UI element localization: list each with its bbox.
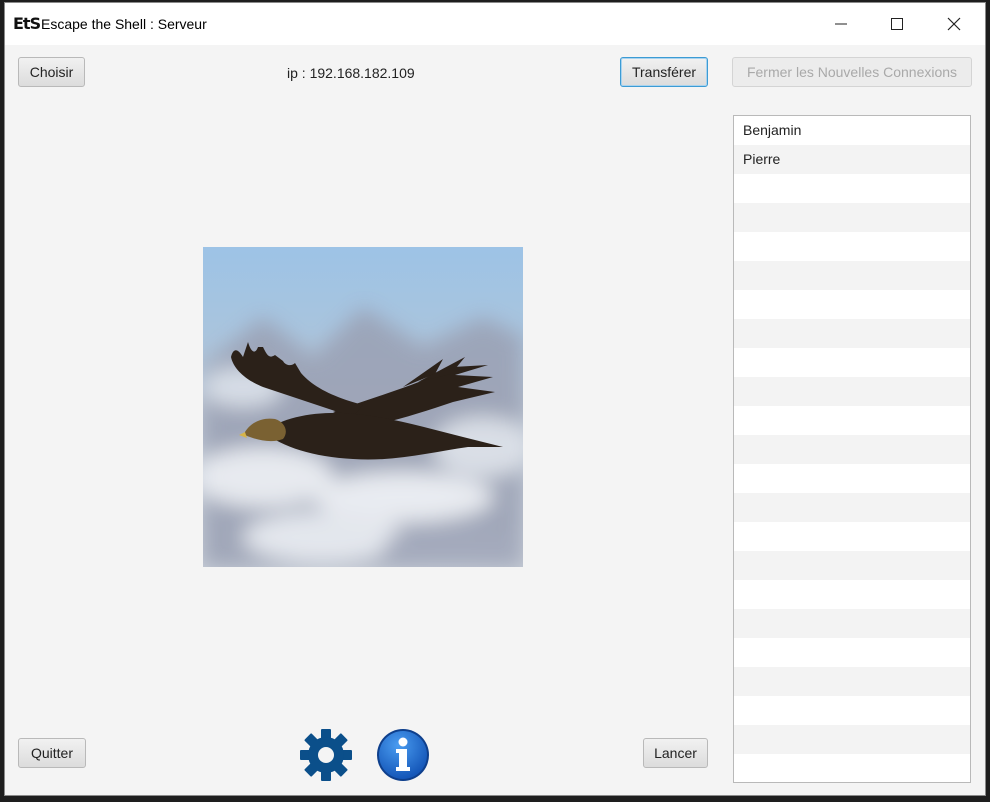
list-item[interactable] — [734, 174, 970, 203]
list-item[interactable] — [734, 696, 970, 725]
list-item[interactable] — [734, 348, 970, 377]
list-item[interactable] — [734, 319, 970, 348]
maximize-icon — [891, 18, 903, 30]
connected-players-list[interactable]: Benjamin Pierre — [733, 115, 971, 783]
window-title: Escape the Shell : Serveur — [41, 16, 207, 32]
minimize-icon — [835, 23, 847, 25]
list-item[interactable] — [734, 580, 970, 609]
gear-icon — [300, 729, 352, 781]
server-window: EtS Escape the Shell : Serveur Choisir i… — [4, 2, 986, 796]
list-item[interactable] — [734, 522, 970, 551]
list-item[interactable] — [734, 464, 970, 493]
list-item[interactable] — [734, 638, 970, 667]
maximize-button[interactable] — [868, 3, 926, 45]
eagle-image — [203, 247, 523, 567]
list-item[interactable] — [734, 725, 970, 754]
list-item[interactable] — [734, 290, 970, 319]
quit-button[interactable]: Quitter — [18, 738, 86, 768]
list-item[interactable] — [734, 377, 970, 406]
list-item[interactable]: Benjamin — [734, 116, 970, 145]
list-item[interactable] — [734, 203, 970, 232]
close-new-connections-button[interactable]: Fermer les Nouvelles Connexions — [732, 57, 972, 87]
title-bar[interactable]: EtS Escape the Shell : Serveur — [5, 3, 985, 45]
info-button[interactable] — [375, 727, 431, 783]
transfer-button[interactable]: Transférer — [620, 57, 708, 87]
list-item[interactable] — [734, 435, 970, 464]
list-item[interactable] — [734, 232, 970, 261]
list-item[interactable]: Pierre — [734, 145, 970, 174]
settings-button[interactable] — [298, 727, 354, 783]
list-item[interactable] — [734, 551, 970, 580]
minimize-button[interactable] — [812, 3, 870, 45]
info-icon — [377, 729, 429, 781]
close-button[interactable] — [925, 3, 983, 45]
list-item[interactable] — [734, 261, 970, 290]
list-item[interactable] — [734, 667, 970, 696]
ip-address-label: ip : 192.168.182.109 — [287, 65, 415, 81]
app-logo: EtS — [13, 14, 41, 33]
list-item[interactable] — [734, 609, 970, 638]
choose-button[interactable]: Choisir — [18, 57, 85, 87]
launch-button[interactable]: Lancer — [643, 738, 708, 768]
list-item[interactable] — [734, 754, 970, 782]
list-item[interactable] — [734, 493, 970, 522]
close-icon — [947, 17, 961, 31]
list-item[interactable] — [734, 406, 970, 435]
